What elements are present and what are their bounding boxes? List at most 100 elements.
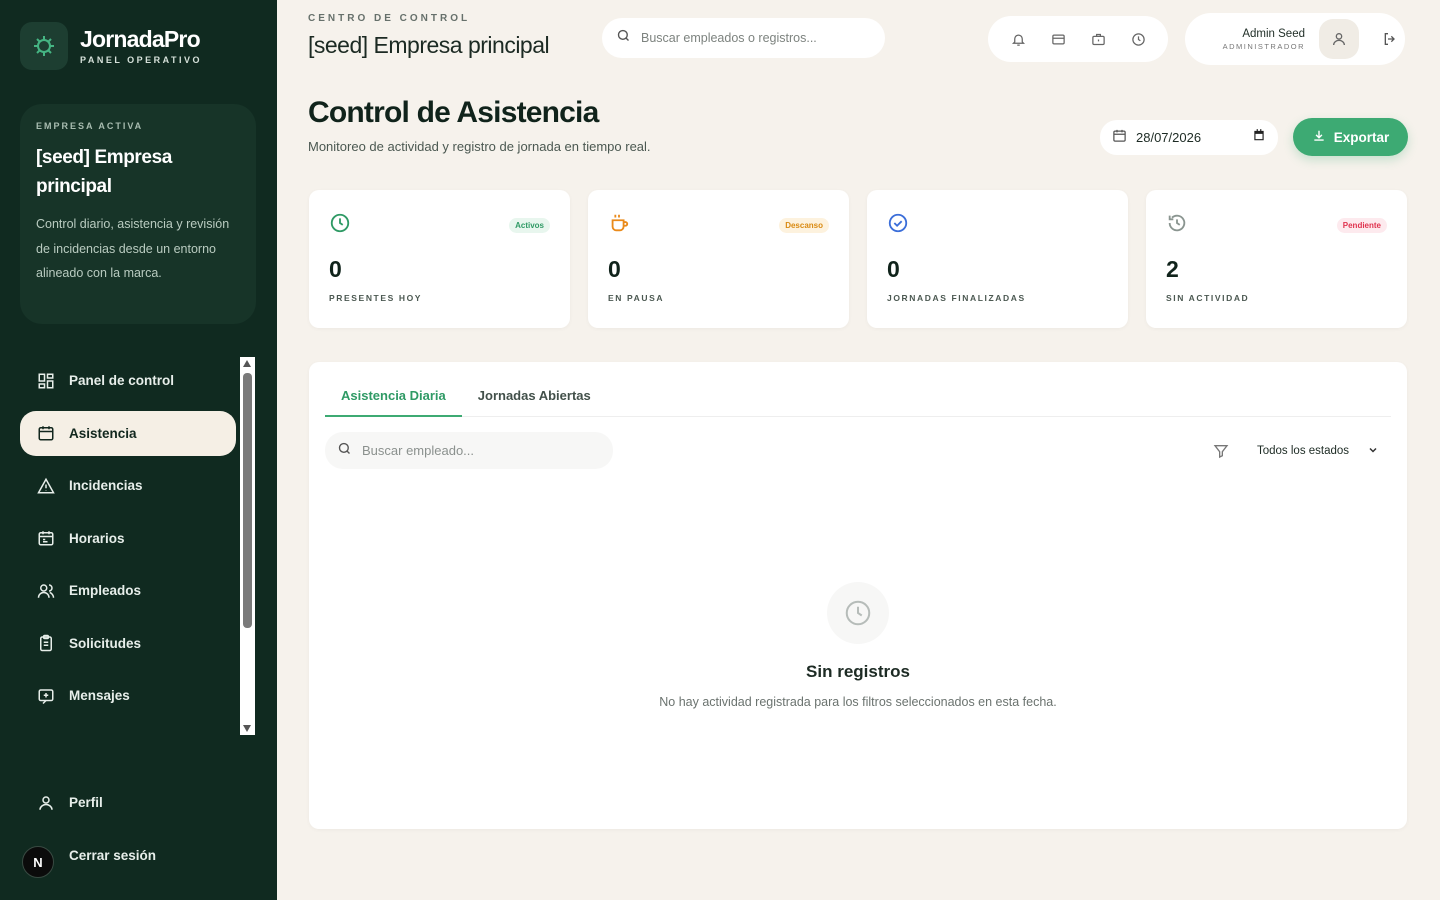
sidebar-item-label: Perfil [69, 795, 103, 810]
calendar-picker-icon[interactable] [1252, 128, 1266, 147]
sidebar-item-asistencia[interactable]: Asistencia [20, 410, 236, 456]
export-label: Exportar [1333, 129, 1390, 145]
card-icon[interactable] [1043, 24, 1073, 54]
stat-card-presentes: Activos 0 PRESENTES HOY [309, 190, 570, 328]
sidebar-scrollbar[interactable] [240, 357, 255, 735]
users-icon [36, 581, 56, 601]
stat-value: 0 [608, 256, 621, 282]
tab-jornadas-abiertas[interactable]: Jornadas Abiertas [462, 382, 607, 417]
sidebar-item-horarios[interactable]: Horarios [20, 516, 236, 561]
sidebar-item-perfil[interactable]: Perfil [20, 780, 236, 825]
user-avatar-icon[interactable] [1319, 19, 1359, 59]
sidebar-item-label: Incidencias [69, 478, 143, 493]
stat-value: 0 [329, 256, 342, 282]
schedule-icon [36, 528, 56, 548]
stat-card-finalizadas: 0 JORNADAS FINALIZADAS [867, 190, 1128, 328]
user-menu[interactable]: Admin Seed ADMINISTRADOR [1185, 13, 1405, 65]
sidebar-item-panel-de-control[interactable]: Panel de control [20, 358, 236, 403]
scroll-up-icon[interactable] [243, 360, 251, 367]
scroll-down-icon[interactable] [243, 725, 251, 732]
sidebar-bottom-nav: Perfil Cerrar sesión [20, 780, 236, 885]
page-title: Control de Asistencia [308, 96, 599, 129]
export-button[interactable]: Exportar [1293, 118, 1408, 156]
calendar-icon [36, 423, 56, 443]
tabs: Asistencia Diaria Jornadas Abiertas [325, 382, 1391, 417]
global-search-input[interactable] [641, 31, 861, 45]
topbar-kicker: CENTRO DE CONTROL [308, 13, 471, 24]
download-icon [1312, 129, 1326, 146]
topbar-title: [seed] Empresa principal [308, 32, 550, 58]
tab-asistencia-diaria[interactable]: Asistencia Diaria [325, 382, 462, 417]
employee-search[interactable] [325, 432, 613, 469]
scroll-thumb[interactable] [243, 373, 252, 628]
message-icon [36, 686, 56, 706]
topbar: CENTRO DE CONTROL [seed] Empresa princip… [277, 0, 1440, 76]
sidebar-item-empleados[interactable]: Empleados [20, 568, 236, 613]
page-subtitle: Monitoreo de actividad y registro de jor… [308, 139, 651, 154]
alert-triangle-icon [36, 476, 56, 496]
stat-label: JORNADAS FINALIZADAS [887, 293, 1026, 303]
stat-card-sin-actividad: Pendiente 2 SIN ACTIVIDAD [1146, 190, 1407, 328]
sidebar-item-label: Solicitudes [69, 635, 142, 651]
sidebar-item-mensajes[interactable]: Mensajes [20, 673, 236, 718]
company-card: EMPRESA ACTIVA [seed] Empresa principal … [20, 104, 256, 324]
status-filter-value: Todos los estados [1257, 445, 1350, 457]
check-circle-icon [885, 210, 911, 236]
date-value: 28/07/2026 [1136, 130, 1202, 145]
company-kicker: EMPRESA ACTIVA [36, 121, 144, 131]
sidebar-item-label: Panel de control [69, 373, 175, 388]
stat-value: 2 [1166, 256, 1179, 282]
avatar[interactable]: N [22, 846, 54, 878]
clock-empty-icon [827, 582, 889, 644]
logout-icon[interactable] [1375, 24, 1405, 54]
brand-name: JornadaPro [80, 25, 201, 52]
stat-label: PRESENTES HOY [329, 293, 423, 303]
topbar-icon-group [988, 16, 1168, 62]
stat-label: EN PAUSA [608, 293, 665, 303]
clock-icon [327, 210, 353, 236]
sidebar-item-label: Mensajes [69, 688, 130, 703]
sidebar-item-label: Empleados [69, 583, 142, 598]
stat-value: 0 [887, 256, 900, 282]
user-role: ADMINISTRADOR [1222, 41, 1305, 51]
clock-icon[interactable] [1123, 24, 1153, 54]
global-search[interactable] [602, 18, 885, 58]
chevron-down-icon [1367, 444, 1379, 459]
empty-title: Sin registros [806, 662, 910, 681]
stats-row: Activos 0 PRESENTES HOY Descanso 0 EN PA… [309, 190, 1407, 328]
search-icon [337, 441, 352, 461]
search-icon [616, 28, 631, 48]
empty-description: No hay actividad registrada para los fil… [659, 695, 1057, 709]
briefcase-icon[interactable] [1083, 24, 1113, 54]
empty-state: Sin registros No hay actividad registrad… [309, 582, 1407, 713]
stat-card-en-pausa: Descanso 0 EN PAUSA [588, 190, 849, 328]
dashboard-icon [36, 371, 56, 391]
bell-icon[interactable] [1003, 24, 1033, 54]
status-badge: Pendiente [1336, 218, 1387, 233]
stat-label: SIN ACTIVIDAD [1166, 293, 1250, 303]
brand-logo-icon [20, 22, 68, 70]
sidebar: JornadaPro PANEL OPERATIVO EMPRESA ACTIV… [0, 0, 277, 900]
status-badge: Descanso [779, 218, 829, 233]
status-filter-select[interactable]: Todos los estados [1245, 434, 1395, 468]
company-description: Control diario, asistencia y revisión de… [36, 217, 230, 280]
sidebar-item-label: Asistencia [69, 425, 137, 441]
user-name: Admin Seed [1242, 27, 1305, 40]
filter-icon[interactable] [1211, 441, 1231, 461]
history-icon [1164, 210, 1190, 236]
attendance-panel: Asistencia Diaria Jornadas Abiertas Todo… [309, 362, 1407, 829]
employee-search-input[interactable] [362, 443, 592, 458]
coffee-icon [606, 210, 632, 236]
brand[interactable]: JornadaPro PANEL OPERATIVO [20, 22, 202, 70]
date-picker[interactable]: 28/07/2026 [1100, 120, 1278, 155]
sidebar-item-label: Horarios [69, 530, 125, 546]
calendar-outline-icon [1112, 128, 1127, 148]
sidebar-item-incidencias[interactable]: Incidencias [20, 463, 236, 508]
sidebar-item-solicitudes[interactable]: Solicitudes [20, 621, 236, 666]
sidebar-item-label: Cerrar sesión [69, 847, 157, 863]
user-icon [36, 793, 56, 813]
company-name: [seed] Empresa principal [36, 147, 172, 197]
brand-subtitle: PANEL OPERATIVO [80, 55, 203, 66]
status-badge: Activos [509, 218, 550, 233]
clipboard-icon [36, 633, 56, 653]
